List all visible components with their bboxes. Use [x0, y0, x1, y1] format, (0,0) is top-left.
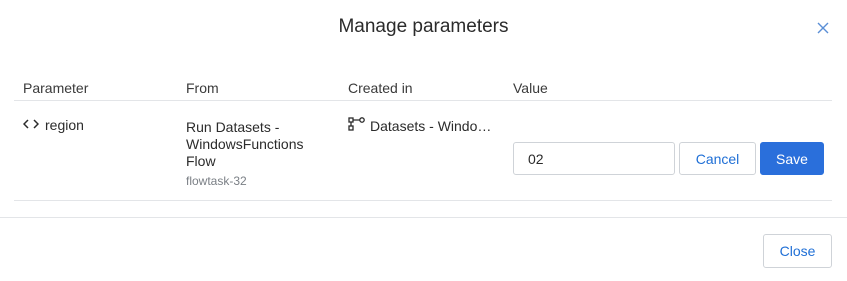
value-input[interactable]	[513, 142, 675, 175]
from-subtitle: flowtask-32	[186, 174, 247, 188]
close-button[interactable]: Close	[763, 234, 832, 268]
close-icon[interactable]	[814, 19, 832, 37]
created-in-cell: Datasets - Window…	[348, 117, 508, 134]
column-header-created-in: Created in	[348, 80, 413, 96]
flow-icon	[348, 117, 366, 134]
manage-parameters-dialog: Manage parameters Parameter From Created…	[0, 0, 847, 281]
parameters-table: Parameter From Created in Value region R…	[14, 76, 832, 201]
table-header: Parameter From Created in Value	[14, 76, 832, 101]
cancel-button[interactable]: Cancel	[679, 142, 756, 175]
code-brackets-icon	[22, 117, 40, 133]
from-title: Run Datasets - WindowsFunctions Flow	[186, 119, 304, 169]
parameter-cell: region	[22, 117, 84, 133]
parameter-name: region	[45, 117, 84, 133]
from-cell: Run Datasets - WindowsFunctions Flow flo…	[186, 119, 336, 190]
column-header-from: From	[186, 80, 219, 96]
column-header-parameter: Parameter	[23, 80, 89, 96]
dialog-title: Manage parameters	[338, 16, 509, 37]
table-row: region Run Datasets - WindowsFunctions F…	[14, 101, 832, 201]
created-in-text: Datasets - Window…	[370, 117, 500, 134]
column-header-value: Value	[513, 80, 548, 96]
footer-divider	[0, 217, 847, 218]
save-button[interactable]: Save	[760, 142, 824, 175]
